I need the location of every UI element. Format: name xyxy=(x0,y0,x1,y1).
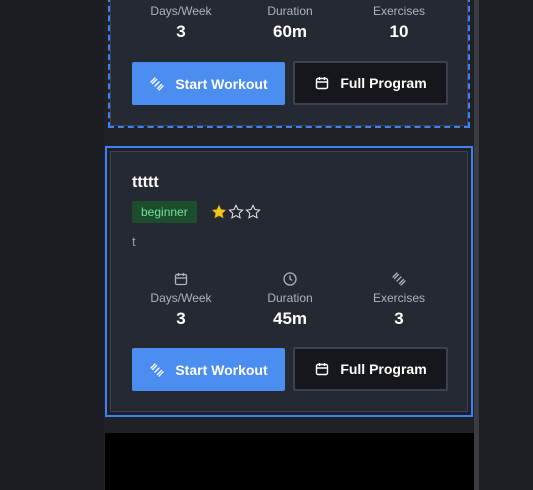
calendar-icon xyxy=(316,363,329,376)
calendar-icon xyxy=(316,77,329,90)
stat-duration: Duration 60m xyxy=(235,4,345,43)
stat-label: Days/Week xyxy=(150,4,212,18)
star-outline-icon xyxy=(228,204,244,219)
button-label: Full Program xyxy=(340,361,427,377)
full-program-button[interactable]: Full Program xyxy=(293,61,448,105)
stat-value: 3 xyxy=(394,309,404,328)
stat-exercises: Exercises 10 xyxy=(344,4,454,43)
stat-value: 10 xyxy=(389,22,409,41)
stat-value: 3 xyxy=(176,309,186,328)
stat-exercises: Exercises 3 xyxy=(344,271,454,330)
program-title: ttttt xyxy=(132,174,159,191)
dumbbell-icon xyxy=(150,362,165,377)
stat-label: Days/Week xyxy=(150,291,212,305)
start-workout-button[interactable]: Start Workout xyxy=(132,62,285,105)
stat-value: 60m xyxy=(272,22,308,41)
program-card[interactable]: ttttt beginner t Days/Week 3 Duration 45… xyxy=(110,151,468,412)
button-label: Full Program xyxy=(340,75,427,91)
clock-icon xyxy=(283,272,297,286)
page-background xyxy=(479,0,533,490)
stat-value: 3 xyxy=(176,22,186,41)
stat-days-per-week: Days/Week 3 xyxy=(126,4,236,43)
start-workout-button[interactable]: Start Workout xyxy=(132,348,285,391)
empty-panel xyxy=(105,433,474,490)
stat-value: 45m xyxy=(272,309,308,328)
program-card[interactable]: Days/Week 3 Duration 60m Exercises 10 St… xyxy=(110,0,468,126)
level-badge: beginner xyxy=(132,201,197,223)
rating-stars xyxy=(211,204,261,220)
dumbbell-icon xyxy=(392,272,406,286)
stat-label: Duration xyxy=(267,4,313,18)
stat-label: Exercises xyxy=(372,4,425,18)
calendar-icon xyxy=(174,273,188,286)
button-label: Start Workout xyxy=(175,75,268,92)
full-program-button[interactable]: Full Program xyxy=(293,347,448,391)
star-outline-icon xyxy=(245,204,261,219)
star-filled-icon xyxy=(211,204,227,219)
stat-days-per-week: Days/Week 3 xyxy=(126,271,236,330)
button-label: Start Workout xyxy=(175,361,268,378)
stat-duration: Duration 45m xyxy=(235,271,345,330)
stat-label: Duration xyxy=(267,291,313,305)
program-description: t xyxy=(132,234,136,249)
dumbbell-icon xyxy=(150,76,165,91)
stat-label: Exercises xyxy=(372,291,425,305)
